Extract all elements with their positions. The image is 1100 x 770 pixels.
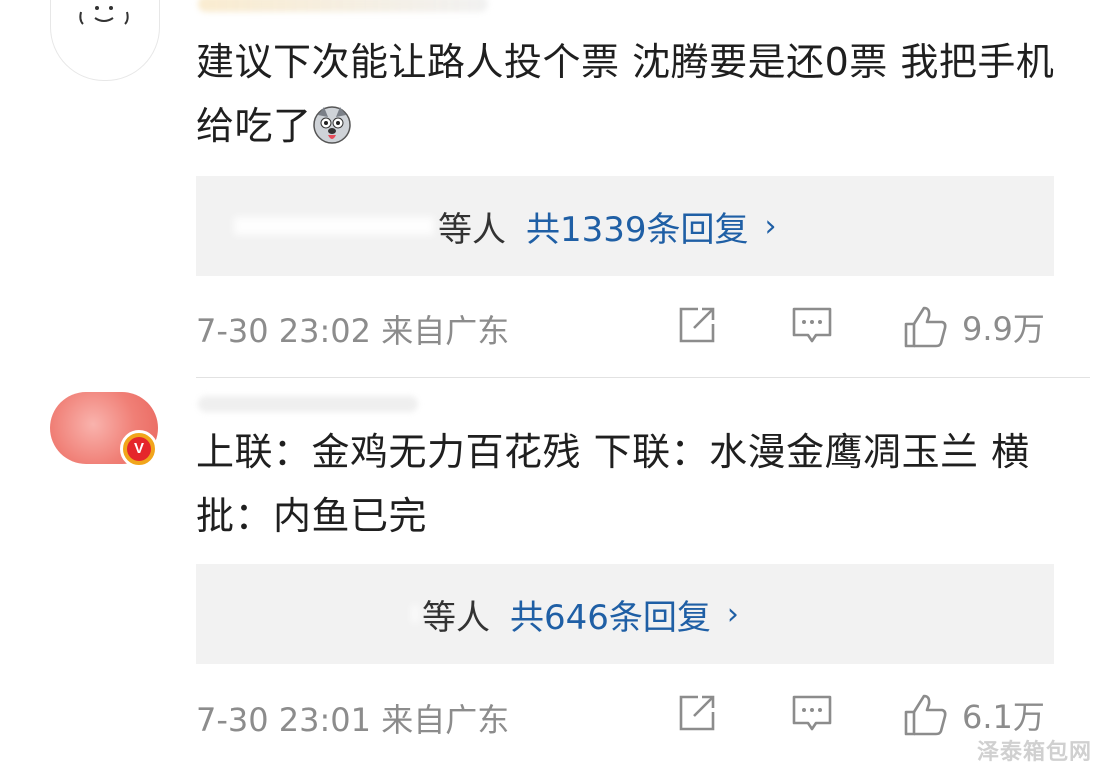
username-redacted[interactable] (198, 396, 418, 412)
verified-badge-icon: V (120, 430, 158, 468)
husky-emoji-icon (312, 100, 352, 144)
reply-names-suffix: 等人 (422, 597, 490, 638)
reply-names-redacted (234, 217, 434, 235)
username-redacted[interactable] (198, 0, 488, 12)
chevron-right-icon[interactable]: › (765, 209, 777, 244)
reply-count-link[interactable]: 共1339条回复 (526, 202, 749, 251)
comment-button[interactable] (790, 692, 834, 734)
like-icon (904, 306, 947, 348)
comment-text: 上联：金鸡无力百花残 下联：水漫金鹰凋玉兰 横批：内鱼已完 (196, 430, 1030, 538)
like-count: 6.1万 (962, 698, 1045, 736)
share-icon (679, 695, 715, 731)
like-count: 9.9万 (962, 310, 1045, 348)
like-button[interactable]: 6.1万 (902, 692, 1045, 738)
reply-count-link[interactable]: 共646条回复 (510, 590, 711, 639)
reply-names-suffix: 等人 (438, 209, 506, 250)
comment-text: 建议下次能让路人投个票 沈腾要是还0票 我把手机给吃了 (196, 30, 1076, 158)
comment-meta: 7-30 23:01 来自广东 (196, 701, 510, 739)
comment-item: 建议下次能让路人投个票 沈腾要是还0票 我把手机给吃了 等人 共1339条回复 … (0, 0, 1100, 378)
reply-names-redacted (412, 605, 418, 623)
comment-icon (792, 307, 832, 343)
sketch-face-icon (79, 6, 129, 25)
reply-preview[interactable]: 等人 共1339条回复 › (196, 176, 1054, 276)
avatar[interactable] (50, 0, 160, 81)
share-icon (679, 307, 715, 343)
like-icon (904, 694, 947, 736)
share-button[interactable] (676, 692, 718, 734)
comment-button[interactable] (790, 304, 834, 346)
share-button[interactable] (676, 304, 718, 346)
comment-icon (792, 695, 832, 731)
watermark: 泽泰箱包网 (976, 740, 1092, 765)
reply-preview[interactable]: 等人 共646条回复 › (196, 564, 1054, 664)
comment-meta: 7-30 23:02 来自广东 (196, 312, 510, 350)
chevron-right-icon[interactable]: › (727, 597, 739, 632)
like-button[interactable]: 9.9万 (902, 304, 1045, 350)
